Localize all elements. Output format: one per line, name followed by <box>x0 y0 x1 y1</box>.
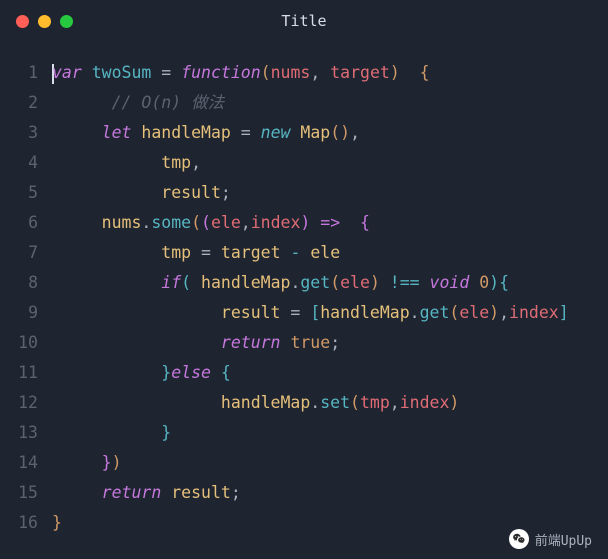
code-line: 3 let handleMap = new Map(), <box>0 118 608 148</box>
traffic-lights <box>16 15 73 28</box>
code-content: } <box>52 418 171 448</box>
line-number: 5 <box>0 178 52 208</box>
line-number: 15 <box>0 478 52 508</box>
code-line: 8 if( handleMap.get(ele) !== void 0){ <box>0 268 608 298</box>
line-number: 9 <box>0 298 52 328</box>
code-line: 1 var twoSum = function(nums, target) { <box>0 58 608 88</box>
line-number: 11 <box>0 358 52 388</box>
watermark-text: 前端UpUp <box>535 530 592 549</box>
line-number: 13 <box>0 418 52 448</box>
code-editor[interactable]: 1 var twoSum = function(nums, target) { … <box>0 42 608 538</box>
code-content: result; <box>52 178 231 208</box>
line-number: 7 <box>0 238 52 268</box>
code-line: 9 result = [handleMap.get(ele),index] <box>0 298 608 328</box>
code-content: handleMap.set(tmp,index) <box>52 388 459 418</box>
code-content: result = [handleMap.get(ele),index] <box>52 298 569 328</box>
line-number: 1 <box>0 58 52 88</box>
line-number: 4 <box>0 148 52 178</box>
code-line: 5 result; <box>0 178 608 208</box>
code-content: return result; <box>52 478 241 508</box>
code-line: 12 handleMap.set(tmp,index) <box>0 388 608 418</box>
minimize-icon[interactable] <box>38 15 51 28</box>
code-line: 15 return result; <box>0 478 608 508</box>
code-line: 11 }else { <box>0 358 608 388</box>
wechat-icon <box>509 529 529 549</box>
line-number: 3 <box>0 118 52 148</box>
code-line: 10 return true; <box>0 328 608 358</box>
code-content: tmp = target - ele <box>52 238 340 268</box>
close-icon[interactable] <box>16 15 29 28</box>
code-line: 13 } <box>0 418 608 448</box>
line-number: 2 <box>0 88 52 118</box>
code-line: 6 nums.some((ele,index) => { <box>0 208 608 238</box>
code-content: var twoSum = function(nums, target) { <box>52 58 430 88</box>
line-number: 16 <box>0 508 52 538</box>
watermark: 前端UpUp <box>509 529 592 549</box>
code-content: let handleMap = new Map(), <box>52 118 360 148</box>
code-content: } <box>52 508 62 538</box>
window-title: Title <box>281 12 326 30</box>
code-content: }) <box>52 448 122 478</box>
code-content: if( handleMap.get(ele) !== void 0){ <box>52 268 509 298</box>
line-number: 12 <box>0 388 52 418</box>
code-content: }else { <box>52 358 231 388</box>
code-line: 4 tmp, <box>0 148 608 178</box>
code-content: tmp, <box>52 148 201 178</box>
code-line: 7 tmp = target - ele <box>0 238 608 268</box>
titlebar: Title <box>0 0 608 42</box>
line-number: 10 <box>0 328 52 358</box>
line-number: 6 <box>0 208 52 238</box>
code-content: // O(n) 做法 <box>52 88 224 118</box>
line-number: 14 <box>0 448 52 478</box>
code-content: return true; <box>52 328 340 358</box>
line-number: 8 <box>0 268 52 298</box>
code-line: 2 // O(n) 做法 <box>0 88 608 118</box>
code-line: 14 }) <box>0 448 608 478</box>
code-content: nums.some((ele,index) => { <box>52 208 370 238</box>
maximize-icon[interactable] <box>60 15 73 28</box>
